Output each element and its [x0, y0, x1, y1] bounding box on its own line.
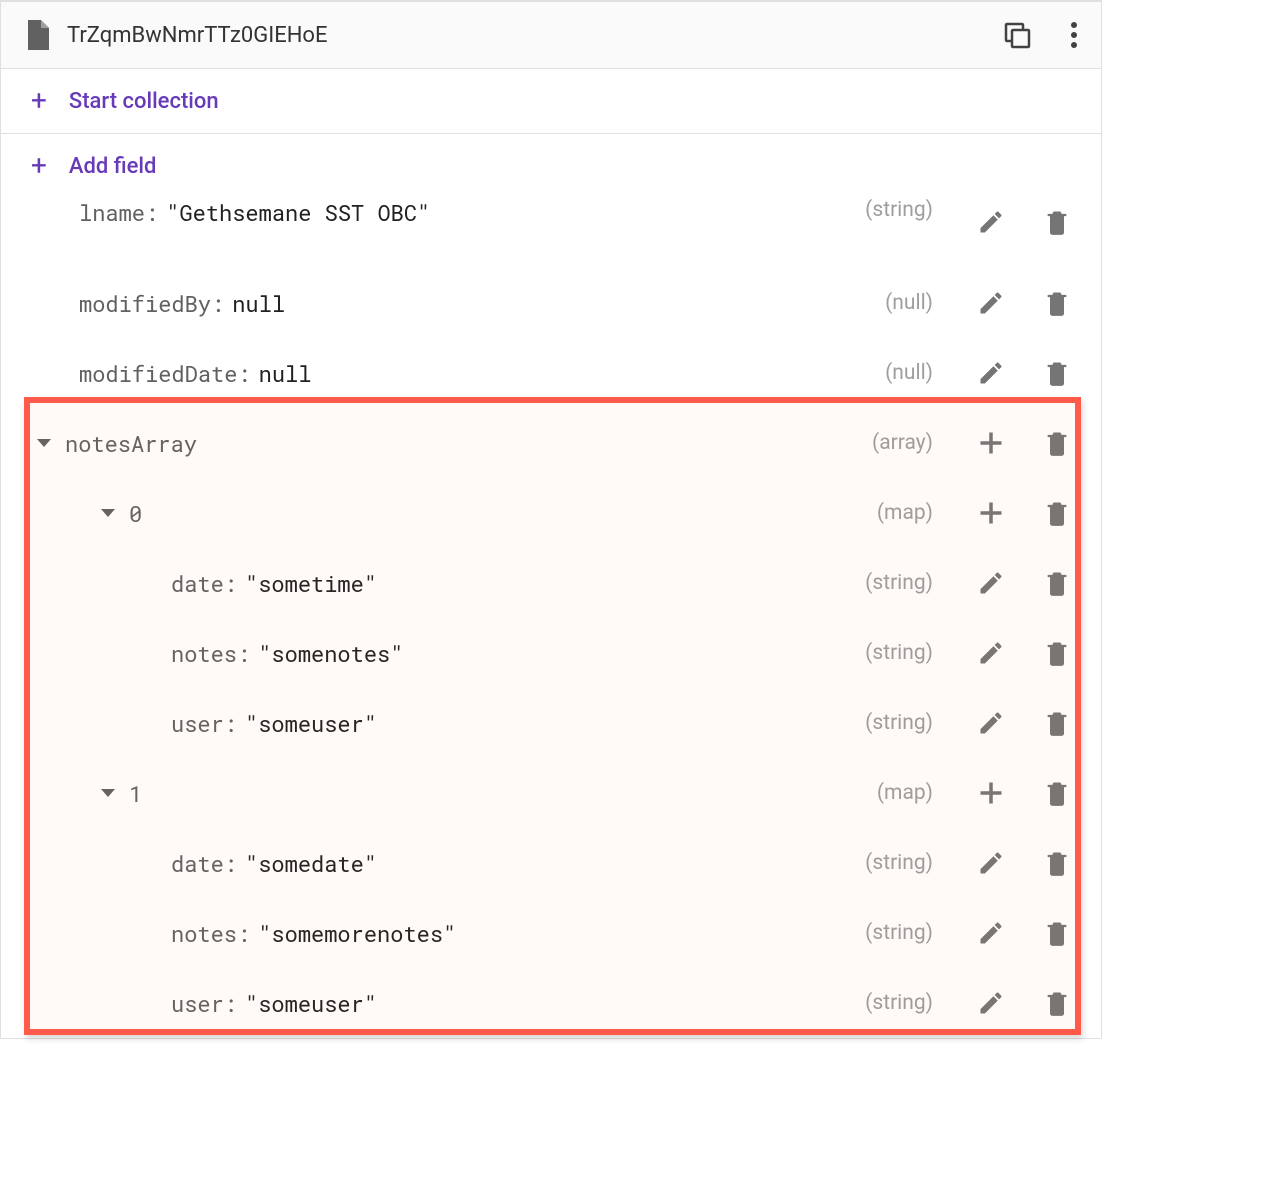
add-icon[interactable]	[977, 779, 1005, 807]
delete-icon[interactable]	[1043, 208, 1071, 236]
fields-list: lname: "Gethsemane SST OBC" (string) modifi…	[1, 198, 1101, 1038]
field-value: "Gethsemane SST OBC"	[166, 198, 430, 227]
delete-icon[interactable]	[1043, 289, 1071, 317]
field-row[interactable]: modifiedBy: null (null)	[1, 268, 1101, 338]
delete-icon[interactable]	[1043, 709, 1071, 737]
add-icon[interactable]	[977, 499, 1005, 527]
edit-icon[interactable]	[977, 569, 1005, 597]
row-actions	[961, 289, 1071, 317]
field-type: (string)	[865, 571, 933, 595]
chevron-down-icon[interactable]	[101, 509, 115, 517]
field-key: user:	[171, 709, 237, 738]
field-key: notes:	[171, 639, 250, 668]
field-row[interactable]: 1 (map)	[1, 758, 1101, 828]
add-field-label: Add field	[69, 154, 157, 179]
edit-icon[interactable]	[977, 639, 1005, 667]
field-row[interactable]: notes: "somemorenotes" (string)	[1, 898, 1101, 968]
edit-icon[interactable]	[977, 359, 1005, 387]
field-key: notesArray	[65, 429, 197, 458]
field-type: (map)	[877, 781, 933, 805]
field-type: (null)	[885, 291, 933, 315]
row-actions	[961, 359, 1071, 387]
edit-icon[interactable]	[977, 289, 1005, 317]
field-key: user:	[171, 989, 237, 1018]
field-row[interactable]: user: "someuser" (string)	[1, 688, 1101, 758]
delete-icon[interactable]	[1043, 569, 1071, 597]
field-type: (string)	[865, 711, 933, 735]
field-row[interactable]: modifiedDate: null (null)	[1, 338, 1101, 408]
chevron-down-icon[interactable]	[37, 439, 51, 447]
field-row[interactable]: notesArray (array)	[1, 408, 1101, 478]
field-type: (string)	[865, 851, 933, 875]
field-row[interactable]: date: "sometime" (string)	[1, 548, 1101, 618]
row-actions	[961, 429, 1071, 457]
field-key: 0	[129, 499, 142, 528]
start-collection-button[interactable]: + Start collection	[1, 69, 1101, 134]
delete-icon[interactable]	[1043, 849, 1071, 877]
edit-icon[interactable]	[977, 709, 1005, 737]
field-value: "someuser"	[245, 709, 377, 738]
start-collection-label: Start collection	[69, 89, 219, 114]
document-panel: TrZqmBwNmrTTz0GIEHoE + Start collection …	[0, 0, 1102, 1039]
delete-icon[interactable]	[1043, 429, 1071, 457]
field-value: "somenotes"	[258, 639, 403, 668]
field-key: notes:	[171, 919, 250, 948]
delete-icon[interactable]	[1043, 639, 1071, 667]
row-actions	[961, 499, 1071, 527]
add-icon[interactable]	[977, 429, 1005, 457]
edit-icon[interactable]	[977, 208, 1005, 236]
document-header: TrZqmBwNmrTTz0GIEHoE	[1, 2, 1101, 69]
field-type: (array)	[872, 431, 933, 455]
document-icon	[25, 20, 49, 50]
field-row[interactable]: date: "somedate" (string)	[1, 828, 1101, 898]
field-row[interactable]: notes: "somenotes" (string)	[1, 618, 1101, 688]
row-actions	[961, 989, 1071, 1017]
row-actions	[961, 569, 1071, 597]
field-type: (string)	[865, 198, 933, 222]
field-value: "somedate"	[245, 849, 377, 878]
document-id: TrZqmBwNmrTTz0GIEHoE	[67, 23, 1003, 48]
add-field-button[interactable]: + Add field	[1, 134, 1101, 198]
delete-icon[interactable]	[1043, 989, 1071, 1017]
field-key: lname:	[79, 198, 158, 227]
row-actions	[961, 709, 1071, 737]
edit-icon[interactable]	[977, 989, 1005, 1017]
field-key: modifiedDate:	[79, 359, 251, 388]
field-value: "sometime"	[245, 569, 377, 598]
delete-icon[interactable]	[1043, 499, 1071, 527]
field-type: (map)	[877, 501, 933, 525]
field-type: (string)	[865, 921, 933, 945]
edit-icon[interactable]	[977, 849, 1005, 877]
copy-icon[interactable]	[1003, 21, 1031, 49]
field-value: null	[232, 289, 285, 318]
row-actions	[961, 639, 1071, 667]
edit-icon[interactable]	[977, 919, 1005, 947]
field-row[interactable]: lname: "Gethsemane SST OBC" (string)	[1, 198, 1101, 268]
row-actions	[961, 208, 1071, 236]
field-value: null	[259, 359, 312, 388]
more-menu-icon[interactable]	[1071, 21, 1077, 49]
field-row[interactable]: user: "someuser" (string)	[1, 968, 1101, 1038]
field-key: modifiedBy:	[79, 289, 224, 318]
delete-icon[interactable]	[1043, 359, 1071, 387]
field-value: "someuser"	[245, 989, 377, 1018]
field-key: date:	[171, 569, 237, 598]
plus-icon: +	[31, 152, 47, 180]
row-actions	[961, 779, 1071, 807]
delete-icon[interactable]	[1043, 919, 1071, 947]
field-row[interactable]: 0 (map)	[1, 478, 1101, 548]
delete-icon[interactable]	[1043, 779, 1071, 807]
field-type: (string)	[865, 641, 933, 665]
field-value: "somemorenotes"	[258, 919, 456, 948]
row-actions	[961, 849, 1071, 877]
field-type: (null)	[885, 361, 933, 385]
plus-icon: +	[31, 87, 47, 115]
row-actions	[961, 919, 1071, 947]
field-type: (string)	[865, 991, 933, 1015]
field-key: date:	[171, 849, 237, 878]
chevron-down-icon[interactable]	[101, 789, 115, 797]
field-key: 1	[129, 779, 142, 808]
